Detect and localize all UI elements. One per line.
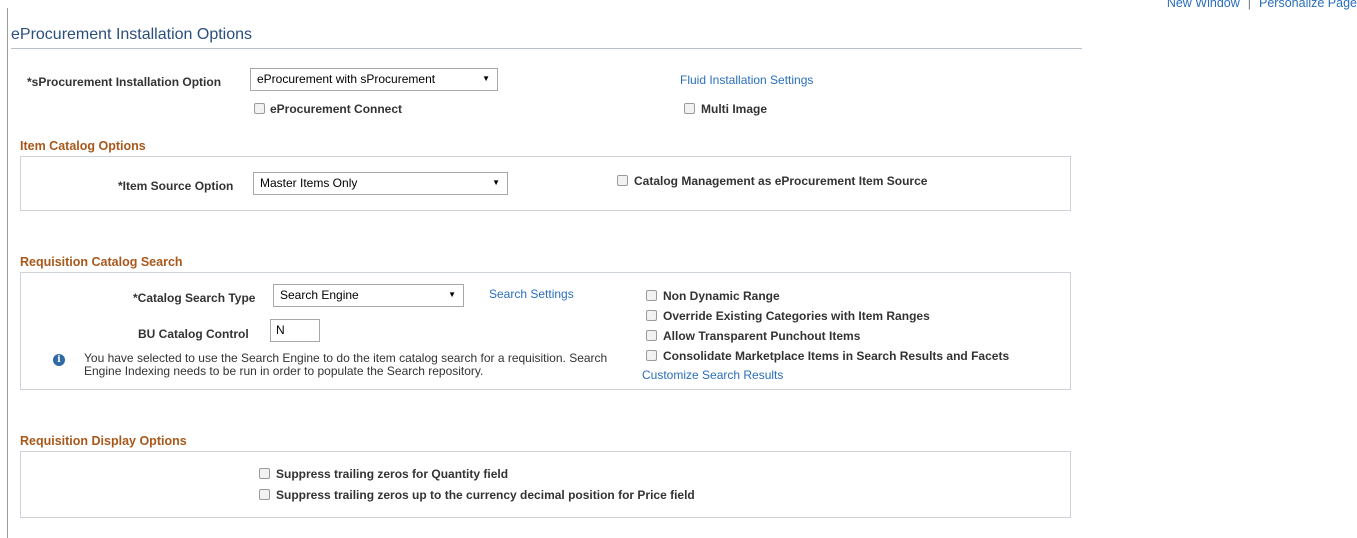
installation-option-value: eProcurement with sProcurement xyxy=(257,72,436,86)
chevron-down-icon: ▼ xyxy=(448,290,456,299)
transparent-punchout-checkbox[interactable] xyxy=(646,330,657,341)
catalog-search-type-value: Search Engine xyxy=(280,288,359,302)
req-catalog-search-section-title: Requisition Catalog Search xyxy=(20,255,183,269)
catalog-management-checkbox[interactable] xyxy=(617,175,628,186)
req-display-group xyxy=(20,451,1071,518)
search-settings-link[interactable]: Search Settings xyxy=(489,287,574,301)
personalize-page-link[interactable]: Personalize Page xyxy=(1259,0,1357,10)
suppress-quantity-zeros-checkbox[interactable] xyxy=(259,468,270,479)
new-window-link[interactable]: New Window xyxy=(1167,0,1240,10)
installation-option-label: *sProcurement Installation Option xyxy=(27,75,222,89)
customize-search-results-link[interactable]: Customize Search Results xyxy=(642,368,783,382)
suppress-quantity-zeros-label: Suppress trailing zeros for Quantity fie… xyxy=(276,467,509,481)
top-links: New Window | Personalize Page xyxy=(1167,0,1357,10)
item-source-option-value: Master Items Only xyxy=(260,176,358,190)
top-link-separator: | xyxy=(1247,0,1252,10)
eprocurement-connect-label: eProcurement Connect xyxy=(270,102,403,116)
override-categories-label: Override Existing Categories with Item R… xyxy=(663,309,930,323)
fluid-installation-settings-link[interactable]: Fluid Installation Settings xyxy=(680,73,813,87)
chevron-down-icon: ▼ xyxy=(482,74,490,83)
req-display-section-title: Requisition Display Options xyxy=(20,434,187,448)
suppress-price-zeros-checkbox[interactable] xyxy=(259,489,270,500)
catalog-management-label: Catalog Management as eProcurement Item … xyxy=(634,174,928,188)
installation-option-select[interactable]: eProcurement with sProcurement ▼ xyxy=(250,68,498,91)
override-categories-checkbox[interactable] xyxy=(646,310,657,321)
page-title: eProcurement Installation Options xyxy=(11,26,253,43)
multi-image-checkbox[interactable] xyxy=(684,103,695,114)
search-engine-info-text: You have selected to use the Search Engi… xyxy=(84,351,608,378)
transparent-punchout-label: Allow Transparent Punchout Items xyxy=(663,329,861,343)
chevron-down-icon: ▼ xyxy=(492,178,500,187)
catalog-search-type-select[interactable]: Search Engine ▼ xyxy=(273,284,464,307)
item-catalog-section-title: Item Catalog Options xyxy=(20,139,146,153)
eprocurement-connect-checkbox[interactable] xyxy=(254,103,265,114)
suppress-price-zeros-label: Suppress trailing zeros up to the curren… xyxy=(276,488,695,502)
item-source-option-select[interactable]: Master Items Only ▼ xyxy=(253,172,508,195)
non-dynamic-range-checkbox[interactable] xyxy=(646,290,657,301)
info-icon: i xyxy=(53,354,65,366)
consolidate-marketplace-checkbox[interactable] xyxy=(646,350,657,361)
title-divider xyxy=(11,48,1082,49)
non-dynamic-range-label: Non Dynamic Range xyxy=(663,289,780,303)
catalog-search-type-label: *Catalog Search Type xyxy=(133,291,256,305)
bu-catalog-control-input[interactable]: N xyxy=(270,319,320,342)
item-source-option-label: *Item Source Option xyxy=(118,179,234,193)
bu-catalog-control-label: BU Catalog Control xyxy=(138,327,249,341)
left-border xyxy=(7,8,8,538)
multi-image-label: Multi Image xyxy=(701,102,768,116)
consolidate-marketplace-label: Consolidate Marketplace Items in Search … xyxy=(663,349,1010,363)
